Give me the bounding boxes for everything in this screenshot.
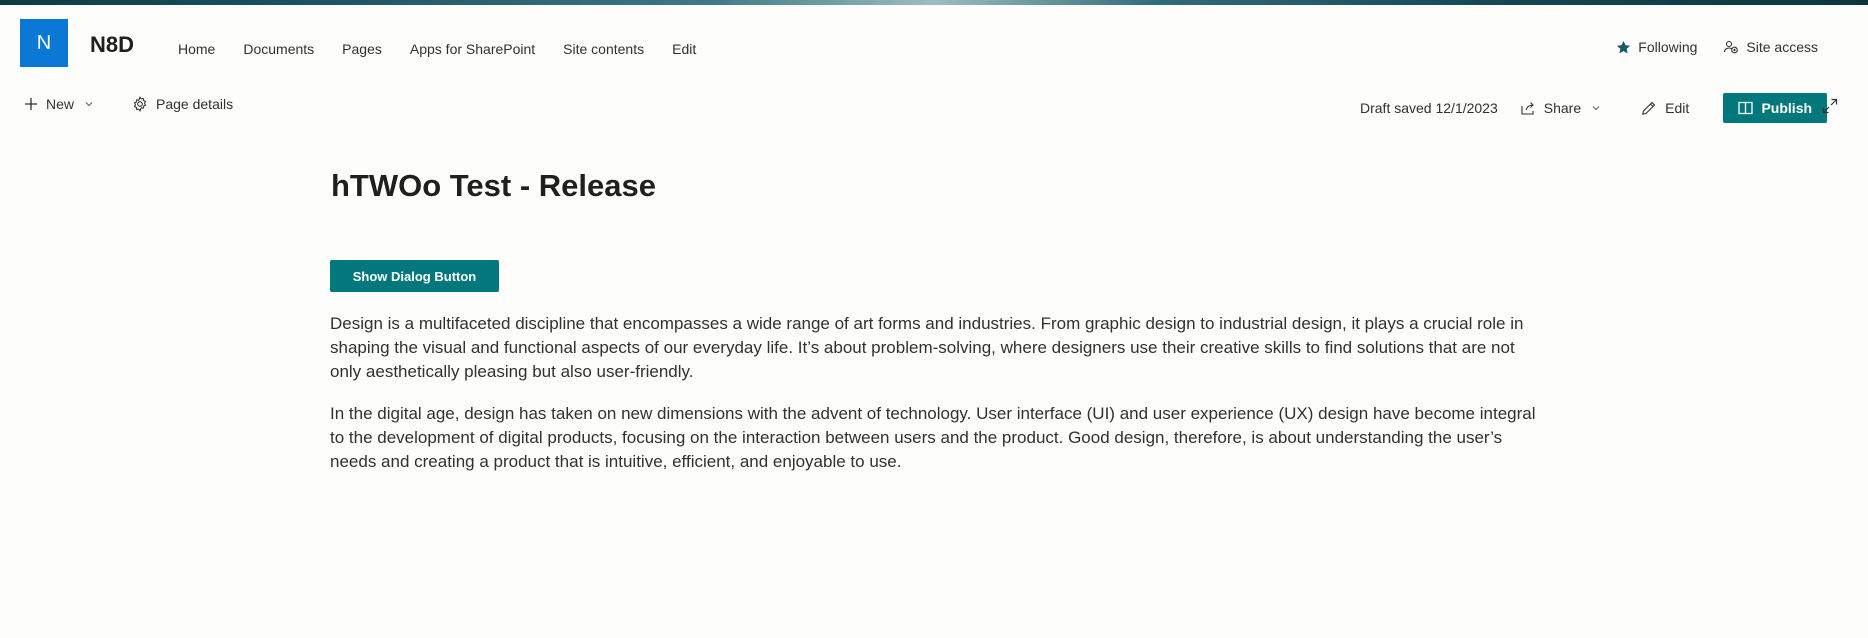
- people-icon: [1724, 40, 1739, 54]
- star-icon: [1617, 40, 1631, 53]
- command-bar: New Page details Draft saved 12/1/2023 S…: [0, 92, 1868, 124]
- following-label: Following: [1638, 39, 1698, 55]
- share-label: Share: [1543, 100, 1582, 116]
- new-label: New: [46, 96, 75, 112]
- following-button[interactable]: Following: [1616, 39, 1697, 55]
- content-paragraph: Design is a multifaceted discipline that…: [330, 314, 1524, 381]
- content-paragraph: In the digital age, design has taken on …: [330, 404, 1536, 471]
- gear-icon: [133, 96, 147, 112]
- top-navigation: Home Documents Pages Apps for SharePoint…: [178, 41, 724, 57]
- page-details-label: Page details: [156, 96, 234, 112]
- pencil-icon: [1642, 101, 1656, 115]
- nav-item-apps-for-sharepoint[interactable]: Apps for SharePoint: [410, 41, 535, 57]
- expand-icon: [1822, 98, 1838, 114]
- edit-label: Edit: [1665, 100, 1690, 116]
- expand-button[interactable]: [1822, 98, 1838, 119]
- site-logo[interactable]: N: [20, 19, 68, 67]
- site-access-button[interactable]: Site access: [1723, 39, 1818, 55]
- edit-button[interactable]: Edit: [1641, 100, 1689, 116]
- page-details-button[interactable]: Page details: [132, 96, 233, 112]
- site-header: N N8D Home Documents Pages Apps for Shar…: [0, 5, 1868, 77]
- draft-status: Draft saved 12/1/2023: [1360, 100, 1498, 116]
- publish-button[interactable]: Publish: [1723, 93, 1828, 123]
- header-actions: Following Site access: [1616, 39, 1868, 55]
- nav-item-edit[interactable]: Edit: [672, 41, 696, 57]
- nav-item-pages[interactable]: Pages: [342, 41, 382, 57]
- book-icon: [1738, 101, 1754, 115]
- page-title: hTWOo Test - Release: [331, 168, 656, 203]
- nav-item-site-contents[interactable]: Site contents: [563, 41, 644, 57]
- share-icon: [1521, 102, 1534, 115]
- chevron-down-icon: [85, 102, 93, 107]
- publish-label: Publish: [1761, 100, 1813, 116]
- show-dialog-button[interactable]: Show Dialog Button: [330, 260, 499, 292]
- chevron-down-icon: [1592, 106, 1600, 111]
- site-title[interactable]: N8D: [90, 32, 134, 58]
- new-button[interactable]: New: [24, 96, 102, 112]
- share-button[interactable]: Share: [1520, 100, 1609, 116]
- nav-item-home[interactable]: Home: [178, 41, 215, 57]
- site-access-label: Site access: [1746, 39, 1818, 55]
- page-content: Design is a multifaceted discipline that…: [330, 312, 1550, 492]
- add-icon: [25, 98, 37, 110]
- nav-item-documents[interactable]: Documents: [243, 41, 314, 57]
